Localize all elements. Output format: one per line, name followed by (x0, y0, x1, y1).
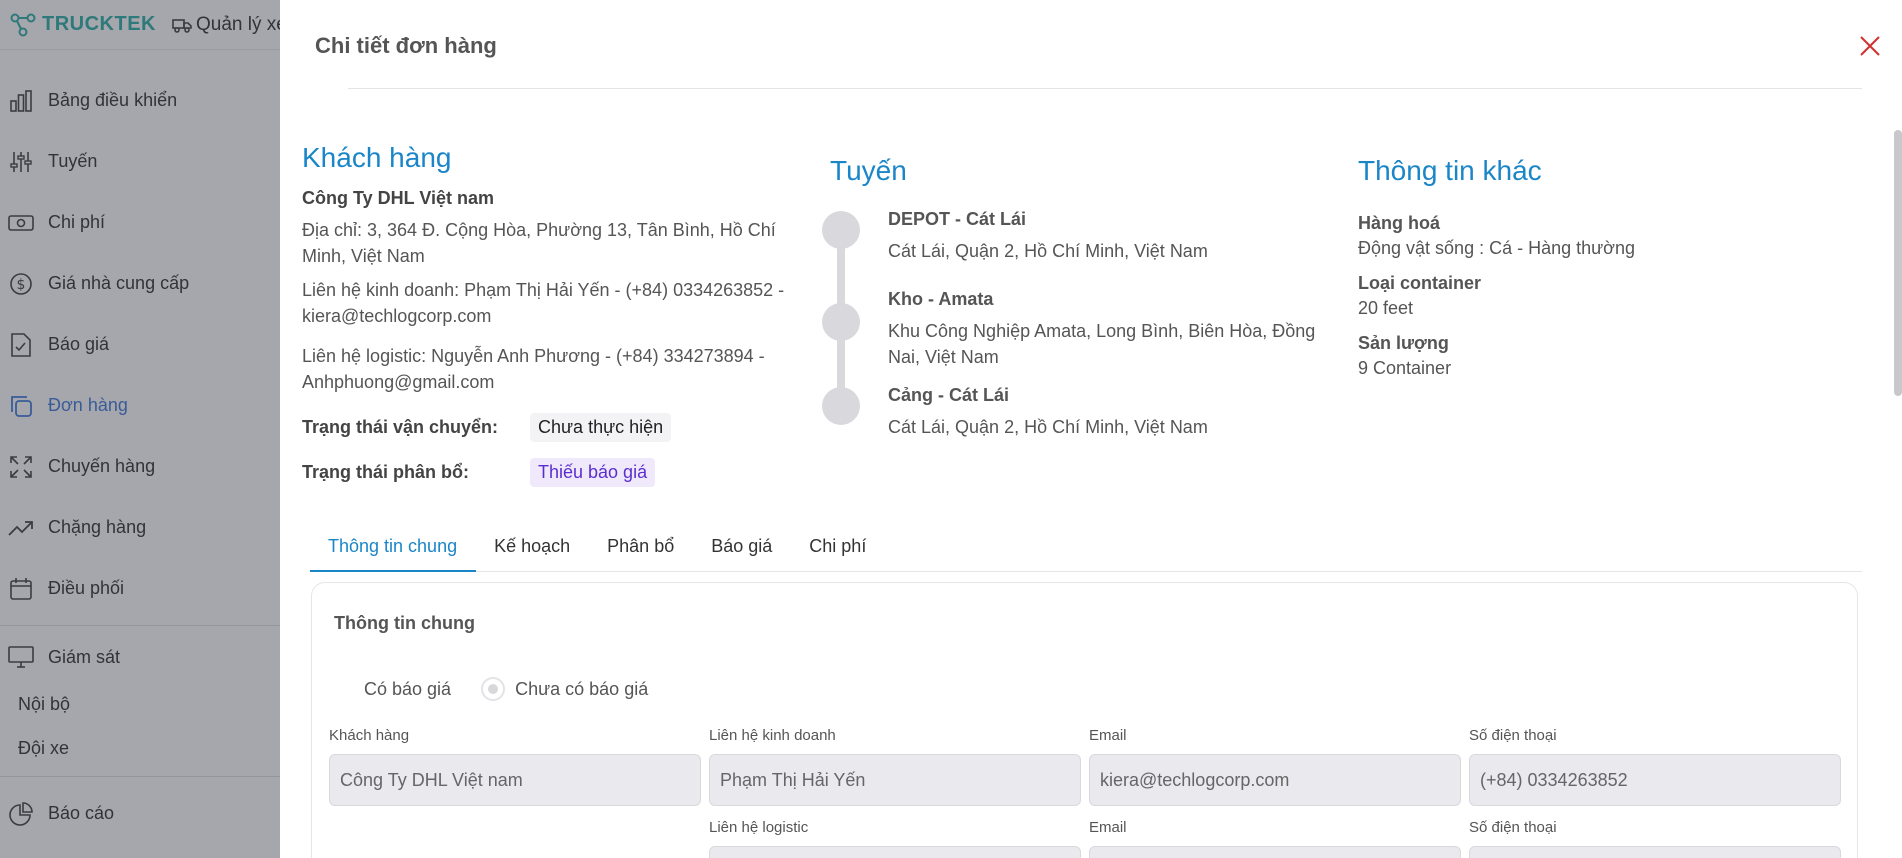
general-info-card: Thông tin chung Có báo giá Chưa có báo g… (311, 582, 1858, 858)
customer-section: Khách hàng Công Ty DHL Việt nam Địa chỉ:… (302, 142, 792, 487)
close-button[interactable] (1858, 34, 1882, 58)
field-label: Số điện thoại (1469, 727, 1557, 744)
detail-tabs: Thông tin chung Kế hoạch Phân bổ Báo giá… (310, 526, 1862, 572)
stop-address: Cát Lái, Quận 2, Hồ Chí Minh, Việt Nam (888, 417, 1208, 437)
route-stop: DEPOT - Cát Lái Cát Lái, Quận 2, Hồ Chí … (822, 209, 1330, 279)
radio-circle (481, 677, 506, 701)
stop-address: Cát Lái, Quận 2, Hồ Chí Minh, Việt Nam (888, 241, 1208, 261)
email-field: Email kiera@techlogcorp.com (1089, 727, 1461, 806)
customer-name: Công Ty DHL Việt nam (302, 188, 495, 208)
logistic-contact-field: Liên hệ logistic (709, 819, 1081, 858)
route-section: Tuyến DEPOT - Cát Lái Cát Lái, Quận 2, H… (822, 155, 1330, 450)
radio-no-quote[interactable]: Chưa có báo giá (481, 677, 648, 701)
card-title: Thông tin chung (334, 613, 475, 633)
timeline-dot (822, 211, 860, 249)
goods-label: Hàng hoá (1358, 213, 1441, 233)
phone-field-2: Số điện thoại (1469, 819, 1841, 858)
allocation-status-badge: Thiếu báo giá (530, 458, 656, 487)
route-stop: Kho - Amata Khu Công Nghiệp Amata, Long … (822, 289, 1330, 375)
radio-label: Chưa có báo giá (515, 678, 649, 699)
field-label: Liên hệ logistic (709, 819, 809, 836)
timeline-dot (822, 387, 860, 425)
tab-allocation[interactable]: Phân bổ (589, 526, 693, 572)
shipping-status-label: Trạng thái vận chuyển: (302, 417, 499, 437)
phone-input[interactable]: (+84) 0334263852 (1469, 754, 1841, 806)
field-label: Số điện thoại (1469, 819, 1557, 836)
container-label: Loại container (1358, 273, 1482, 293)
email-input[interactable]: kiera@techlogcorp.com (1089, 754, 1461, 806)
route-stop: Cảng - Cát Lái Cát Lái, Quận 2, Hồ Chí M… (822, 385, 1330, 440)
drawer-scrollbar[interactable] (1894, 130, 1902, 396)
phone-field: Số điện thoại (+84) 0334263852 (1469, 727, 1841, 806)
other-info-section: Thông tin khác Hàng hoá Động vật sống : … (1358, 155, 1758, 379)
route-timeline: DEPOT - Cát Lái Cát Lái, Quận 2, Hồ Chí … (822, 209, 1330, 440)
logistic-contact: Liên hệ logistic: Nguyễn Anh Phương - (+… (302, 346, 765, 392)
goods-value: Động vật sống : Cá - Hàng thường (1358, 238, 1636, 258)
radio-label: Có báo giá (364, 678, 452, 699)
allocation-status-row: Trạng thái phân bổ: Thiếu báo giá (302, 458, 792, 487)
field-label: Email (1089, 819, 1127, 836)
tab-general-info[interactable]: Thông tin chung (310, 526, 477, 572)
stop-name: Cảng - Cát Lái (888, 385, 1010, 405)
close-icon (1860, 36, 1880, 56)
route-heading: Tuyến (830, 155, 907, 186)
field-label: Khách hàng (329, 727, 410, 744)
volume-value: 9 Container (1358, 358, 1452, 378)
tab-plan[interactable]: Kế hoạch (476, 526, 589, 572)
sales-contact: Liên hệ kinh doanh: Phạm Thị Hải Yến - (… (302, 280, 785, 326)
field-label: Email (1089, 727, 1127, 744)
logistic-contact-input[interactable] (709, 846, 1081, 858)
field-label: Liên hệ kinh doanh (709, 727, 836, 744)
customer-heading: Khách hàng (302, 142, 452, 173)
drawer-header: Chi tiết đơn hàng (280, 0, 1902, 90)
allocation-status-label: Trạng thái phân bổ: (302, 462, 469, 482)
timeline-dot (822, 303, 860, 341)
email-input-2[interactable] (1089, 846, 1461, 858)
stop-address: Khu Công Nghiệp Amata, Long Bình, Biên H… (888, 321, 1316, 367)
container-value: 20 feet (1358, 298, 1414, 318)
stop-name: Kho - Amata (888, 289, 994, 309)
customer-field: Khách hàng Công Ty DHL Việt nam (329, 727, 701, 806)
tab-costs[interactable]: Chi phí (791, 526, 885, 572)
stop-name: DEPOT - Cát Lái (888, 209, 1027, 229)
shipping-status-badge: Chưa thực hiện (530, 413, 672, 442)
drawer-title: Chi tiết đơn hàng (315, 33, 497, 58)
sales-contact-field: Liên hệ kinh doanh Phạm Thị Hải Yến (709, 727, 1081, 806)
phone-input-2[interactable] (1469, 846, 1841, 858)
quote-radio-group: Có báo giá Chưa có báo giá (364, 677, 648, 701)
radio-has-quote[interactable]: Có báo giá (364, 679, 451, 700)
tab-quotes[interactable]: Báo giá (693, 526, 791, 572)
customer-address: Địa chỉ: 3, 364 Đ. Cộng Hòa, Phường 13, … (302, 220, 776, 266)
volume-label: Sản lượng (1358, 333, 1449, 353)
modal-backdrop[interactable] (0, 0, 280, 858)
sales-contact-input[interactable]: Phạm Thị Hải Yến (709, 754, 1081, 806)
other-info-heading: Thông tin khác (1358, 155, 1542, 186)
email-field-2: Email (1089, 819, 1461, 858)
order-detail-drawer: Chi tiết đơn hàng Khách hàng Công Ty DHL… (280, 0, 1902, 858)
customer-input[interactable]: Công Ty DHL Việt nam (329, 754, 701, 806)
header-divider (348, 88, 1862, 89)
shipping-status-row: Trạng thái vận chuyển: Chưa thực hiện (302, 413, 792, 442)
